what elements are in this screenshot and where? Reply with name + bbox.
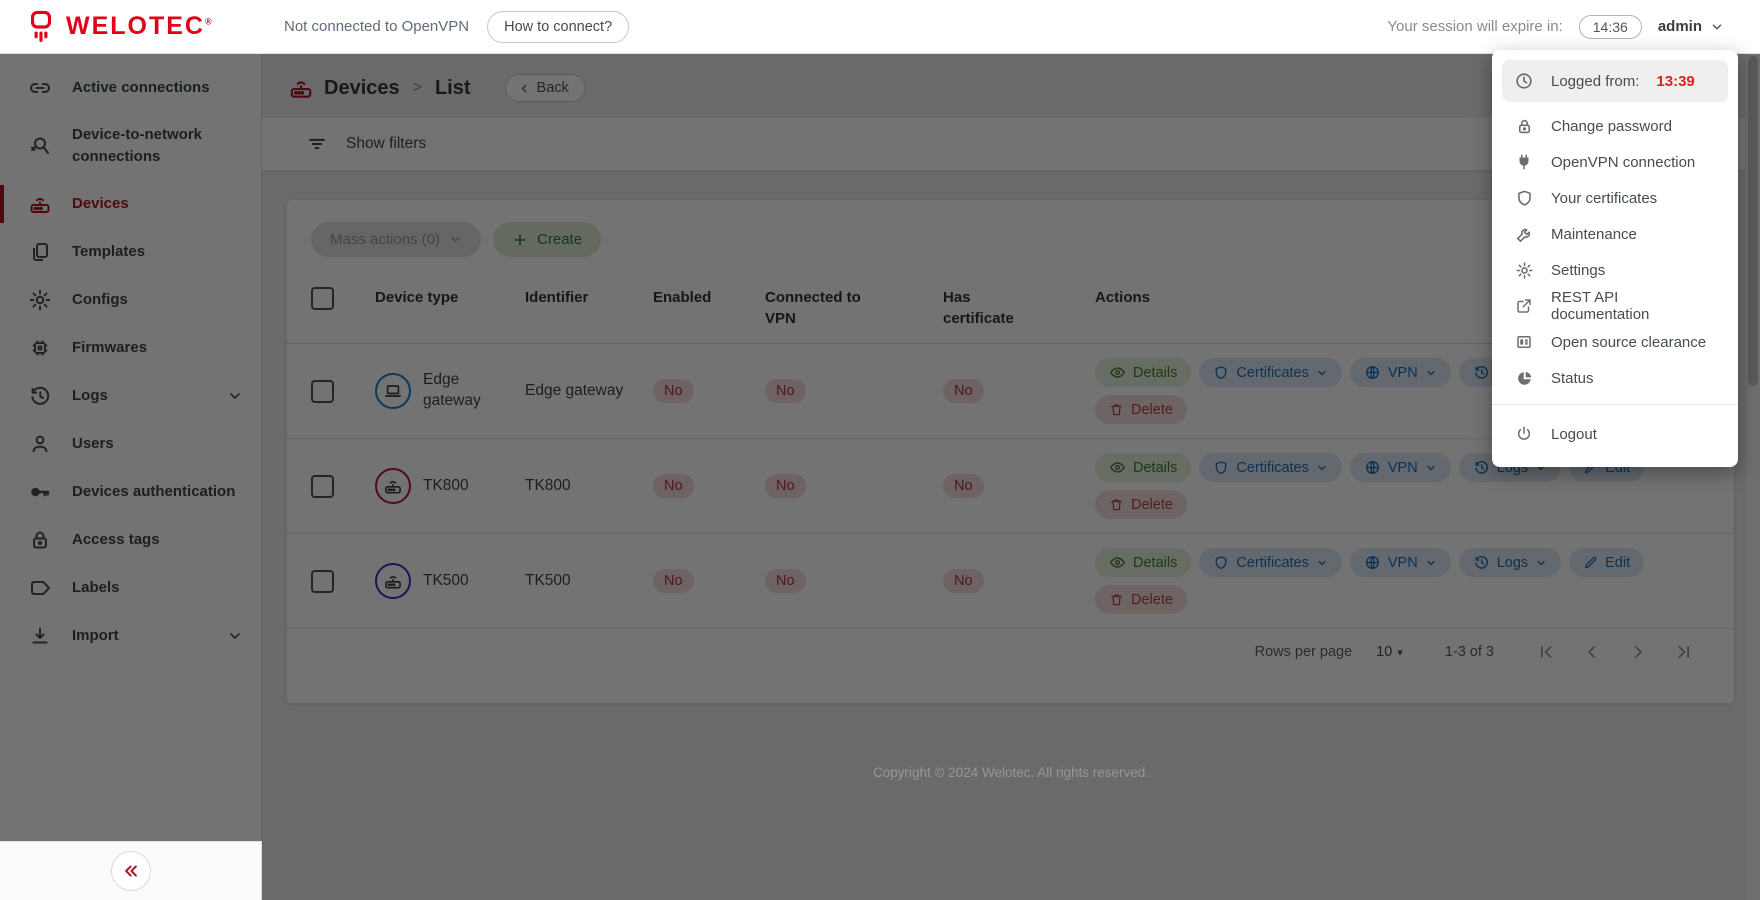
brand-name: WELOTEC® bbox=[66, 12, 214, 41]
menu-item-open-source-clearance[interactable]: Open source clearance bbox=[1492, 324, 1738, 360]
welotec-logo-icon bbox=[26, 10, 56, 44]
collapse-sidebar-button[interactable] bbox=[111, 851, 151, 891]
menu-divider bbox=[1492, 404, 1738, 405]
logged-from-label: Logged from: bbox=[1551, 73, 1639, 90]
brand-logo[interactable]: WELOTEC® bbox=[0, 10, 262, 44]
lock-icon bbox=[1514, 117, 1534, 136]
plug-icon bbox=[1514, 153, 1534, 171]
pie-chart-icon bbox=[1514, 369, 1534, 388]
menu-item-change-password[interactable]: Change password bbox=[1492, 108, 1738, 144]
power-icon bbox=[1514, 425, 1534, 443]
logged-from-time: 13:39 bbox=[1656, 73, 1694, 90]
user-dropdown-menu: Logged from: 13:39 Change password OpenV… bbox=[1492, 50, 1738, 467]
vpn-status-text: Not connected to OpenVPN bbox=[284, 18, 469, 35]
wrench-icon bbox=[1514, 225, 1534, 244]
registered-mark: ® bbox=[205, 17, 214, 27]
newspaper-icon bbox=[1514, 333, 1534, 351]
gear-icon bbox=[1514, 261, 1534, 280]
sidebar-footer bbox=[0, 841, 262, 900]
menu-item-openvpn-connection[interactable]: OpenVPN connection bbox=[1492, 144, 1738, 180]
username: admin bbox=[1658, 18, 1702, 35]
double-chevron-left-icon bbox=[122, 862, 140, 880]
menu-item-logout[interactable]: Logout bbox=[1492, 413, 1738, 455]
how-to-connect-button[interactable]: How to connect? bbox=[487, 11, 629, 43]
chevron-down-icon bbox=[1710, 20, 1724, 34]
user-menu-button[interactable]: admin bbox=[1658, 18, 1724, 35]
menu-item-maintenance[interactable]: Maintenance bbox=[1492, 216, 1738, 252]
external-link-icon bbox=[1514, 297, 1534, 315]
top-header: WELOTEC® Not connected to OpenVPN How to… bbox=[0, 0, 1760, 54]
menu-item-settings[interactable]: Settings bbox=[1492, 252, 1738, 288]
session-timer-badge: 14:36 bbox=[1579, 15, 1642, 39]
shield-icon bbox=[1514, 189, 1534, 208]
menu-item-your-certificates[interactable]: Your certificates bbox=[1492, 180, 1738, 216]
menu-item-rest-api-documentation[interactable]: REST API documentation bbox=[1492, 288, 1738, 324]
copyright-text: Copyright © 2024 Welotec. All rights res… bbox=[262, 765, 1760, 780]
menu-item-logged-from: Logged from: 13:39 bbox=[1502, 60, 1728, 102]
clock-icon bbox=[1514, 71, 1534, 91]
menu-item-status[interactable]: Status bbox=[1492, 360, 1738, 396]
session-expiry-label: Your session will expire in: bbox=[1387, 18, 1562, 35]
